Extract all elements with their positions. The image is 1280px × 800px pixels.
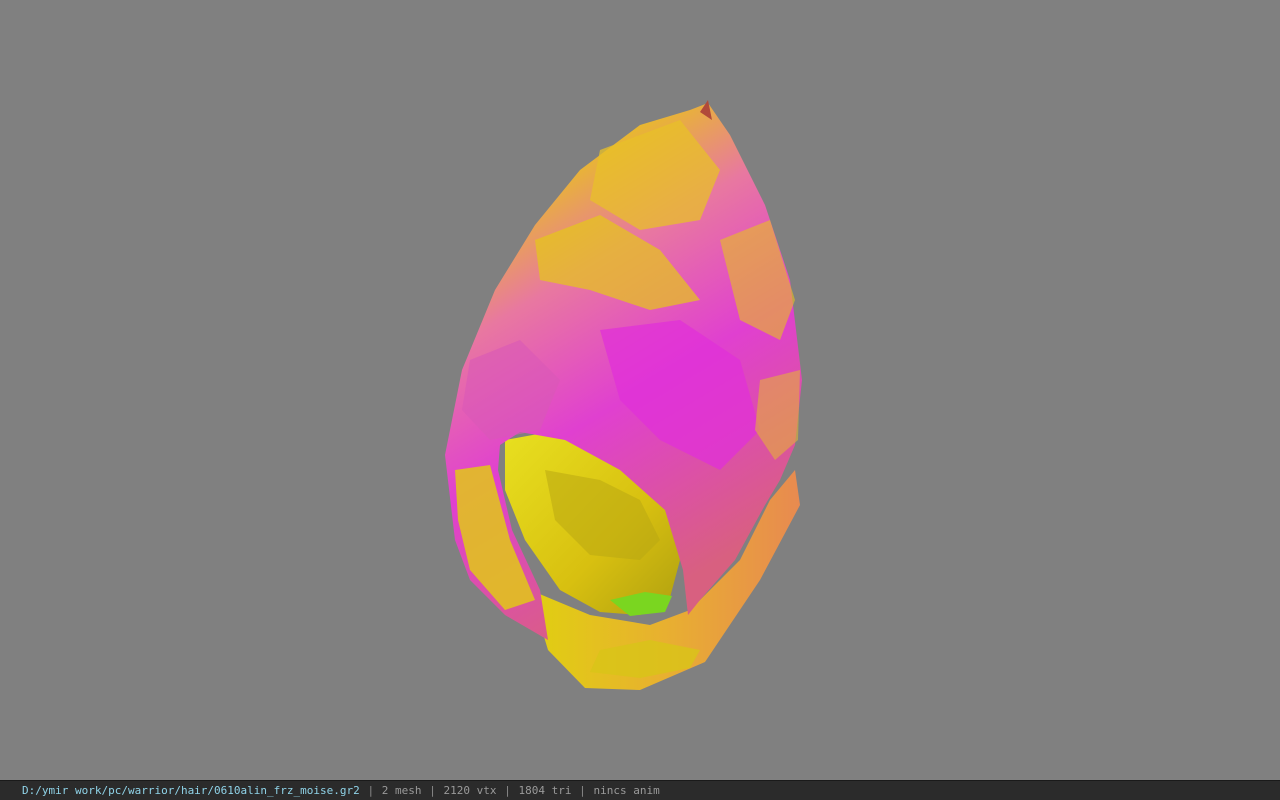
animation-status: nincs anim bbox=[593, 784, 660, 797]
triangle-count: 1804 tri bbox=[518, 784, 572, 797]
separator: | bbox=[367, 784, 375, 797]
separator: | bbox=[579, 784, 586, 797]
3d-viewport[interactable] bbox=[0, 0, 1280, 780]
vertex-count: 2120 vtx bbox=[443, 784, 497, 797]
hood-model-render bbox=[445, 100, 802, 690]
separator: | bbox=[504, 784, 511, 797]
file-path: D:/ymir work/pc/warrior/hair/0610alin_fr… bbox=[22, 784, 360, 797]
status-bar: D:/ymir work/pc/warrior/hair/0610alin_fr… bbox=[0, 780, 1280, 800]
mesh-count: 2 mesh bbox=[381, 784, 422, 797]
separator: | bbox=[429, 784, 436, 797]
